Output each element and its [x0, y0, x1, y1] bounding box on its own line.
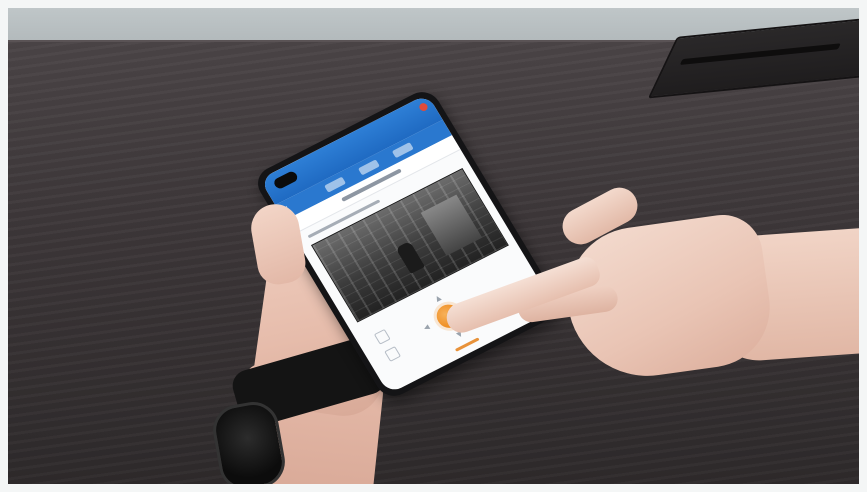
- photo-frame: ‹ ▲ ▼ ◀ ▶: [0, 0, 867, 492]
- desk-scene: ‹ ▲ ▼ ◀ ▶: [8, 8, 859, 484]
- zoom-icon[interactable]: [373, 328, 391, 345]
- arrow-left-icon[interactable]: ◀: [422, 323, 431, 332]
- notification-dot-icon: [417, 101, 430, 113]
- worker-figure: [395, 240, 426, 274]
- capture-icon[interactable]: [384, 346, 402, 362]
- factory-machine: [420, 194, 483, 256]
- front-camera-icon: [272, 169, 300, 191]
- arrow-up-icon[interactable]: ▲: [433, 294, 442, 303]
